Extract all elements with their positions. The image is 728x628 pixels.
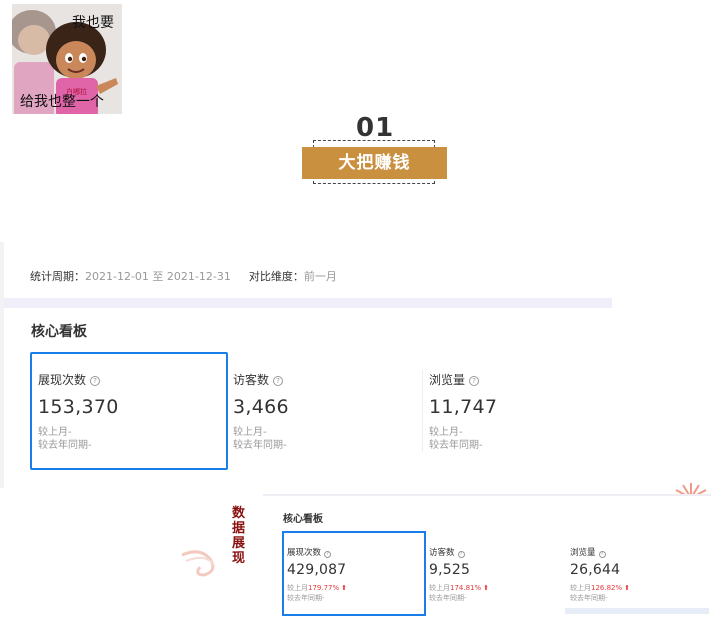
dashboard-panel-large: 统计周期：2021-12-01 至 2021-12-31 对比维度：前一月 核心看… <box>0 242 612 488</box>
metric-divider <box>422 370 423 452</box>
meme-caption-top: 我也要 <box>72 15 114 31</box>
metric-comparison: 较上月174.81% ⬆ 较去年同期- <box>429 584 490 602</box>
metric-value: 9,525 <box>429 562 471 578</box>
metric-comparison: 较上月- 较去年同期- <box>38 427 92 451</box>
card-shadow <box>565 608 709 614</box>
metric-comparison: 较上月126.82% ⬆ 较去年同期- <box>570 584 631 602</box>
arrow-up-icon: ⬆ <box>483 584 490 592</box>
increase-percent: 179.77% <box>308 584 340 592</box>
metric-label: 浏览量? <box>570 546 630 558</box>
metric-label: 浏览量? <box>429 371 497 388</box>
metric-card-visitors[interactable]: 访客数? 9,525 较上月174.81% ⬆ 较去年同期- <box>429 546 489 603</box>
metric-comparison: 较上月- 较去年同期- <box>233 427 287 451</box>
meme-caption-bottom: 给我也整一个 <box>20 94 104 110</box>
increase-percent: 174.81% <box>450 584 482 592</box>
panel-left-rule <box>0 242 4 488</box>
metric-value: 3,466 <box>233 396 289 418</box>
metric-card-impressions[interactable]: 展现次数? 153,370 较上月- 较去年同期- <box>38 371 119 452</box>
help-icon[interactable]: ? <box>324 551 332 558</box>
metric-label: 展现次数? <box>287 546 347 558</box>
divider-band <box>4 298 612 308</box>
metric-label: 访客数? <box>233 371 289 388</box>
period-label: 统计周期： <box>30 270 85 283</box>
stat-period-bar: 统计周期：2021-12-01 至 2021-12-31 对比维度：前一月 <box>30 268 337 284</box>
panel-title: 核心看板 <box>31 324 87 340</box>
period-value[interactable]: 2021-12-01 至 2021-12-31 <box>85 270 231 283</box>
metric-value: 26,644 <box>570 562 621 578</box>
decorative-swirl <box>181 550 215 577</box>
compare-value[interactable]: 前一月 <box>304 270 337 283</box>
increase-percent: 126.82% <box>591 584 623 592</box>
panel-title: 核心看板 <box>283 514 323 525</box>
help-icon[interactable]: ? <box>90 376 101 386</box>
metric-comparison: 较上月- 较去年同期- <box>429 427 483 451</box>
metric-value: 429,087 <box>287 562 347 578</box>
help-icon[interactable]: ? <box>469 376 480 386</box>
metric-card-pageviews[interactable]: 浏览量? 11,747 较上月- 较去年同期- <box>429 371 497 452</box>
help-icon[interactable]: ? <box>273 376 284 386</box>
metric-label: 访客数? <box>429 546 489 558</box>
metric-value: 11,747 <box>429 396 498 418</box>
section-number: 01 <box>356 113 395 143</box>
dashboard-panel-small: 核心看板 展现次数? 429,087 较上月179.77% ⬆ 较去年同期- 访客… <box>263 494 711 628</box>
metric-card-pageviews[interactable]: 浏览量? 26,644 较上月126.82% ⬆ 较去年同期- <box>570 546 630 603</box>
help-icon[interactable]: ? <box>457 551 465 558</box>
help-icon[interactable]: ? <box>598 551 606 558</box>
side-section-label: 数据展现 <box>232 506 246 566</box>
compare-label: 对比维度： <box>248 270 304 283</box>
metric-value: 153,370 <box>38 396 119 418</box>
section-title: 大把赚钱 <box>302 147 447 179</box>
metric-card-visitors[interactable]: 访客数? 3,466 较上月- 较去年同期- <box>233 371 289 452</box>
meme-image: 白嘟拉 我也要 给我也整一个 <box>12 4 122 114</box>
metric-label: 展现次数? <box>38 371 119 388</box>
arrow-up-icon: ⬆ <box>624 584 631 592</box>
metric-card-impressions[interactable]: 展现次数? 429,087 较上月179.77% ⬆ 较去年同期- <box>287 546 347 603</box>
metric-comparison: 较上月179.77% ⬆ 较去年同期- <box>287 584 348 602</box>
arrow-up-icon: ⬆ <box>341 584 348 592</box>
